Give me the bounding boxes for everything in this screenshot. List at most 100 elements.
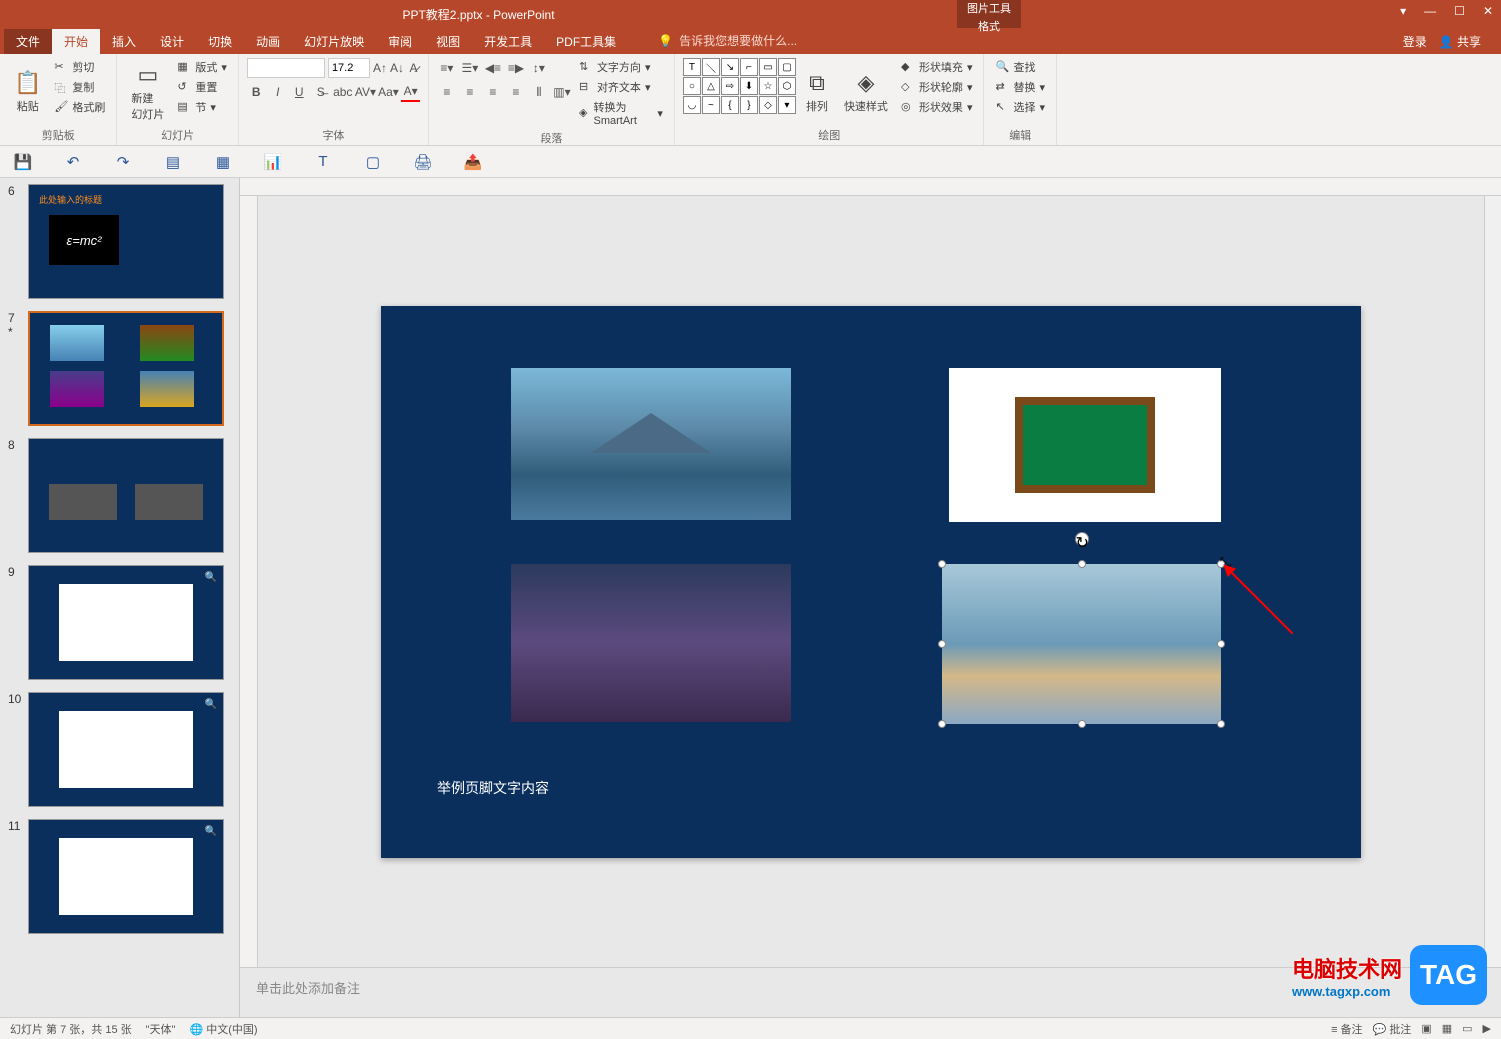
tab-home[interactable]: 开始 xyxy=(52,29,100,54)
new-slide-button[interactable]: ▭ 新建 幻灯片 xyxy=(125,58,170,125)
maximize-icon[interactable]: ☐ xyxy=(1454,4,1465,18)
reset-button[interactable]: ↺重置 xyxy=(174,78,230,96)
image-lake-selected[interactable]: ↻ ⤡ xyxy=(942,564,1221,724)
share-button[interactable]: 👤 共享 xyxy=(1439,33,1481,50)
shape-triangle[interactable]: △ xyxy=(702,77,720,95)
image-chalkboard-frame[interactable] xyxy=(949,368,1221,522)
undo-icon[interactable]: ↶ xyxy=(62,151,84,173)
align-center-button[interactable]: ≡ xyxy=(460,82,480,102)
language-label[interactable]: 🌐 中文(中国) xyxy=(189,1021,257,1037)
quick-styles-button[interactable]: ◈ 快速样式 xyxy=(838,58,894,125)
find-button[interactable]: 🔍查找 xyxy=(992,58,1048,76)
shape-outline-button[interactable]: ◇形状轮廓 ▾ xyxy=(898,78,976,96)
resize-handle[interactable] xyxy=(1078,720,1086,728)
font-family-input[interactable] xyxy=(247,58,325,78)
align-justify-button[interactable]: ≡ xyxy=(506,82,526,102)
resize-handle[interactable] xyxy=(1217,720,1225,728)
view-slideshow-icon[interactable]: ▶ xyxy=(1483,1022,1491,1035)
tab-view[interactable]: 视图 xyxy=(424,29,472,54)
shape-text-box[interactable]: T xyxy=(683,58,701,76)
text-direction-button[interactable]: ⇅文字方向 ▾ xyxy=(576,58,666,76)
underline-button[interactable]: U xyxy=(290,82,309,102)
shape-right-arrow[interactable]: ⇨ xyxy=(721,77,739,95)
slide-thumbnail-11[interactable]: 🔍 xyxy=(28,819,224,934)
tab-transition[interactable]: 切换 xyxy=(196,29,244,54)
tab-design[interactable]: 设计 xyxy=(148,29,196,54)
slide-canvas[interactable]: ↻ ⤡ 举例页脚文字内容 xyxy=(258,196,1484,967)
shape-oval[interactable]: ○ xyxy=(683,77,701,95)
align-right-button[interactable]: ≡ xyxy=(483,82,503,102)
qat-new-slide-icon[interactable]: ▤ xyxy=(162,151,184,173)
view-sorter-icon[interactable]: ▦ xyxy=(1442,1022,1452,1035)
decrease-indent-button[interactable]: ◀≡ xyxy=(483,58,503,78)
view-normal-icon[interactable]: ▣ xyxy=(1421,1022,1431,1035)
replace-button[interactable]: ⇄替换 ▾ xyxy=(992,78,1048,96)
view-reading-icon[interactable]: ▭ xyxy=(1462,1022,1472,1035)
grow-font-button[interactable]: A↑ xyxy=(373,58,387,78)
slide-thumbnail-7[interactable] xyxy=(28,311,224,426)
zoom-icon[interactable]: 🔍 xyxy=(205,826,217,837)
resize-handle[interactable] xyxy=(1078,560,1086,568)
line-spacing-button[interactable]: ↕▾ xyxy=(529,58,549,78)
comments-toggle[interactable]: 💬 批注 xyxy=(1373,1021,1412,1037)
zoom-icon[interactable]: 🔍 xyxy=(205,572,217,583)
redo-icon[interactable]: ↷ xyxy=(112,151,134,173)
align-text-button[interactable]: ⊟对齐文本 ▾ xyxy=(576,78,666,96)
slide-position[interactable]: 幻灯片 第 7 张，共 15 张 xyxy=(10,1021,132,1037)
tab-file[interactable]: 文件 xyxy=(4,29,52,54)
picture-tools-tab[interactable]: 图片工具 格式 xyxy=(957,0,1021,28)
close-icon[interactable]: ✕ xyxy=(1483,4,1493,18)
zoom-icon[interactable]: 🔍 xyxy=(205,699,217,710)
tell-me-input[interactable] xyxy=(679,34,839,48)
format-painter-button[interactable]: 🖌格式刷 xyxy=(51,98,108,116)
numbering-button[interactable]: ☰▾ xyxy=(460,58,480,78)
slide-thumbnail-6[interactable]: 此处输入的标题 ε=mc² xyxy=(28,184,224,299)
shadow-button[interactable]: abc xyxy=(333,82,352,102)
strikethrough-button[interactable]: S̶ xyxy=(312,82,331,102)
resize-handle[interactable] xyxy=(938,720,946,728)
qat-text-box-icon[interactable]: T xyxy=(312,151,334,173)
shape-more[interactable]: ▾ xyxy=(778,96,796,114)
paste-button[interactable]: 📋 粘贴 xyxy=(8,58,47,125)
tab-review[interactable]: 审阅 xyxy=(376,29,424,54)
slide-thumbnail-9[interactable]: 🔍 xyxy=(28,565,224,680)
font-size-input[interactable] xyxy=(328,58,370,78)
shape-fill-button[interactable]: ◆形状填充 ▾ xyxy=(898,58,976,76)
resize-handle[interactable] xyxy=(938,640,946,648)
shape-rounded[interactable]: ▢ xyxy=(778,58,796,76)
arrange-button[interactable]: ⧉ 排列 xyxy=(800,58,834,125)
tab-slideshow[interactable]: 幻灯片放映 xyxy=(292,29,376,54)
shape-effects-button[interactable]: ◎形状效果 ▾ xyxy=(898,98,976,116)
shape-bracket[interactable]: { xyxy=(721,96,739,114)
thumbnail-panel[interactable]: 6 此处输入的标题 ε=mc² 7* 8 9 🔍 10 xyxy=(0,178,240,1017)
shape-rectangle[interactable]: ▭ xyxy=(759,58,777,76)
shape-connector[interactable]: ⌐ xyxy=(740,58,758,76)
font-color-button[interactable]: A▾ xyxy=(401,82,420,102)
select-button[interactable]: ↖选择 ▾ xyxy=(992,98,1048,116)
resize-handle[interactable] xyxy=(938,560,946,568)
shape-brace[interactable]: } xyxy=(740,96,758,114)
tell-me[interactable]: 💡 xyxy=(658,34,839,48)
bold-button[interactable]: B xyxy=(247,82,266,102)
qat-shape-icon[interactable]: ▢ xyxy=(362,151,384,173)
rotate-handle-icon[interactable]: ↻ xyxy=(1075,532,1089,546)
section-button[interactable]: ▤节 ▾ xyxy=(174,98,230,116)
tab-developer[interactable]: 开发工具 xyxy=(472,29,544,54)
slide-thumbnail-10[interactable]: 🔍 xyxy=(28,692,224,807)
italic-button[interactable]: I xyxy=(268,82,287,102)
increase-indent-button[interactable]: ≡▶ xyxy=(506,58,526,78)
slide-footer-text[interactable]: 举例页脚文字内容 xyxy=(437,778,549,798)
shape-arc[interactable]: ◡ xyxy=(683,96,701,114)
shape-wave[interactable]: ~ xyxy=(702,96,720,114)
login-button[interactable]: 登录 xyxy=(1403,33,1427,50)
qat-print-icon[interactable]: 🖨 xyxy=(412,151,434,173)
save-icon[interactable]: 💾 xyxy=(12,151,34,173)
shape-callout[interactable]: ◇ xyxy=(759,96,777,114)
distribute-button[interactable]: ⫴ xyxy=(529,82,549,102)
ribbon-options-icon[interactable]: ▾ xyxy=(1400,4,1406,18)
qat-chart-icon[interactable]: 📊 xyxy=(262,151,284,173)
align-left-button[interactable]: ≡ xyxy=(437,82,457,102)
char-spacing-button[interactable]: AV▾ xyxy=(355,82,375,102)
resize-handle[interactable] xyxy=(1217,640,1225,648)
shape-line[interactable]: ＼ xyxy=(702,58,720,76)
